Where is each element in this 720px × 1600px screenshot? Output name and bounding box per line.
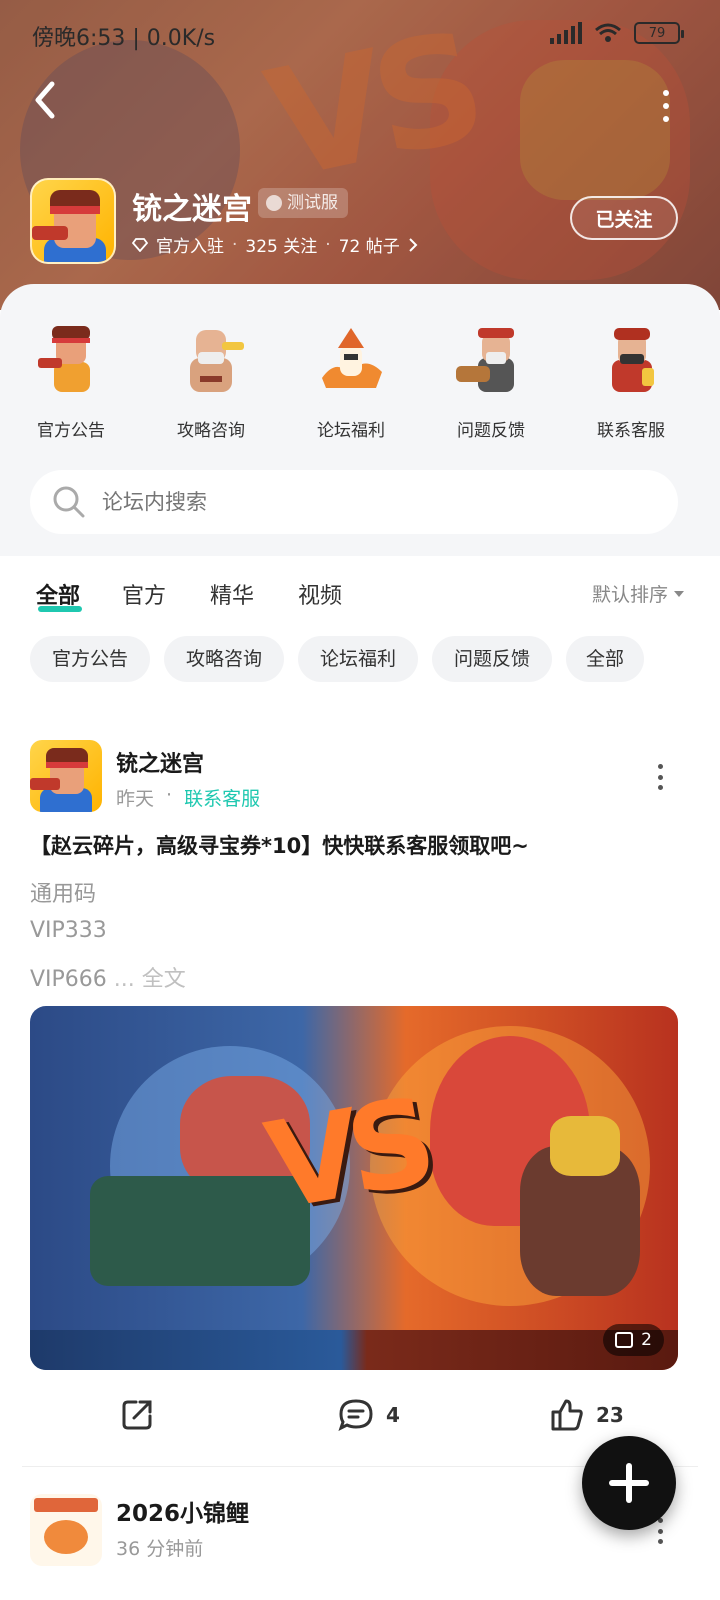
- post-time: 昨天: [116, 788, 155, 810]
- like-count: 23: [596, 1403, 624, 1427]
- chip-announcement[interactable]: 官方公告: [30, 636, 150, 682]
- feedback-character-icon: [456, 328, 514, 392]
- guide-character-icon: [190, 330, 244, 392]
- thumbs-up-icon: [551, 1399, 583, 1431]
- author-name[interactable]: 2026小锦鲤: [116, 1494, 249, 1528]
- support-character-icon: [612, 328, 654, 392]
- follower-count: 325 关注: [245, 237, 318, 257]
- category-item-guide[interactable]: 攻略咨询: [146, 312, 276, 442]
- caret-down-icon: [674, 590, 684, 597]
- test-server-icon: [266, 195, 282, 211]
- image-count-badge: 2: [603, 1324, 664, 1356]
- search-icon: [53, 486, 85, 518]
- category-item-feedback[interactable]: 问题反馈: [426, 312, 556, 442]
- diamond-icon: [132, 237, 148, 252]
- category-item-welfare[interactable]: 论坛福利: [286, 312, 416, 442]
- post-tabs: 全部 官方 精华 视频 默认排序: [0, 556, 720, 636]
- announcement-character-icon: [38, 326, 90, 392]
- post-image[interactable]: VS 2: [30, 1006, 678, 1370]
- author-name[interactable]: 铳之迷宫: [116, 746, 204, 778]
- tab-video[interactable]: 视频: [298, 578, 342, 610]
- search-input[interactable]: [102, 490, 662, 514]
- more-options-button[interactable]: [656, 86, 676, 126]
- forum-header: VS 傍晚6:53 | 0.0K/s 79 铳之迷宫 测试服 官方入驻 · 32…: [0, 0, 720, 310]
- post-text-line: VIP333: [30, 918, 107, 943]
- post-category-link[interactable]: 联系客服: [184, 784, 260, 811]
- post-text-line: 通用码: [30, 882, 97, 907]
- author-avatar[interactable]: [30, 1494, 102, 1566]
- post-title[interactable]: 【赵云碎片，高级寻宝券*10】快快联系客服领取吧~: [30, 830, 690, 860]
- wifi-icon: [595, 23, 621, 42]
- tab-featured[interactable]: 精华: [210, 578, 254, 610]
- post-count: 72 帖子: [338, 237, 400, 257]
- category-item-support[interactable]: 联系客服: [566, 312, 696, 442]
- filter-chips: 官方公告 攻略咨询 论坛福利 问题反馈 全部: [0, 636, 720, 710]
- game-icon: [30, 178, 116, 264]
- status-bar: 傍晚6:53 | 0.0K/s 79: [0, 0, 720, 72]
- comment-icon: [338, 1399, 373, 1431]
- post-time: 36 分钟前: [116, 1538, 204, 1560]
- forum-meta[interactable]: 官方入驻 · 325 关注 · 72 帖子: [132, 232, 418, 257]
- like-button[interactable]: 23: [550, 1398, 624, 1432]
- post-meta: 昨天 · 联系客服: [116, 784, 261, 811]
- post-more-button[interactable]: [656, 764, 664, 790]
- back-button[interactable]: [30, 80, 70, 130]
- official-label: 官方入驻: [156, 237, 224, 257]
- golden-helmet: [550, 1116, 620, 1176]
- signal-icon: [550, 22, 582, 44]
- read-more-link[interactable]: 全文: [142, 967, 186, 992]
- server-badge: 测试服: [258, 188, 348, 218]
- category-item-announcement[interactable]: 官方公告: [6, 312, 136, 442]
- chip-guide[interactable]: 攻略咨询: [164, 636, 284, 682]
- battery-icon: 79: [634, 22, 684, 44]
- image-icon: [615, 1332, 634, 1348]
- sort-dropdown[interactable]: 默认排序: [592, 580, 684, 607]
- comment-count: 4: [386, 1403, 400, 1427]
- chip-all[interactable]: 全部: [566, 636, 644, 682]
- author-avatar[interactable]: [30, 740, 102, 812]
- chevron-left-icon: [35, 81, 55, 119]
- chip-feedback[interactable]: 问题反馈: [432, 636, 552, 682]
- create-post-button[interactable]: [579, 1433, 679, 1533]
- tab-official[interactable]: 官方: [122, 578, 166, 610]
- game-title: 铳之迷宫: [132, 192, 252, 227]
- post-text-line: VIP666 ... 全文: [30, 967, 186, 992]
- share-button[interactable]: [120, 1398, 154, 1432]
- category-panel: 官方公告 攻略咨询 论坛福利 问题反馈 联系客服 论坛内搜索: [0, 284, 720, 556]
- chip-welfare[interactable]: 论坛福利: [298, 636, 418, 682]
- koi-fish-icon: [44, 1520, 88, 1554]
- chevron-right-icon: [409, 237, 418, 252]
- vs-logo: VS: [257, 1073, 435, 1238]
- follow-button[interactable]: 已关注: [570, 196, 678, 240]
- search-bar[interactable]: [30, 470, 678, 534]
- post-card[interactable]: 铳之迷宫 昨天 · 联系客服 【赵云碎片，高级寻宝券*10】快快联系客服领取吧~…: [0, 712, 720, 1472]
- comment-button[interactable]: 4: [338, 1398, 400, 1432]
- active-tab-indicator: [38, 606, 82, 612]
- post-more-button[interactable]: [656, 1518, 664, 1544]
- category-row: 官方公告 攻略咨询 论坛福利 问题反馈 联系客服: [0, 312, 720, 442]
- welfare-character-icon: [322, 328, 382, 388]
- status-time: 傍晚6:53 | 0.0K/s: [32, 26, 216, 51]
- share-icon: [122, 1400, 152, 1430]
